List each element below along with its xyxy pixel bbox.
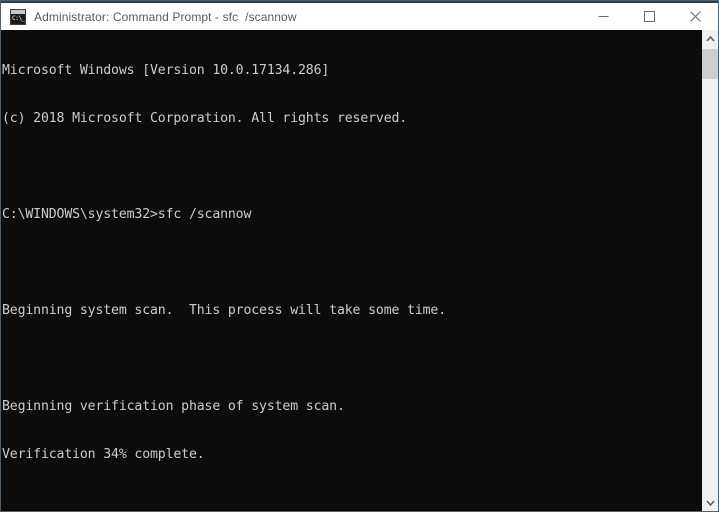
- scrollbar-thumb[interactable]: [702, 49, 718, 79]
- console-line: Microsoft Windows [Version 10.0.17134.28…: [2, 63, 330, 78]
- command-prompt-window: C:\_ Administrator: Command Prompt - sfc…: [0, 0, 719, 512]
- maximize-button[interactable]: [626, 3, 672, 30]
- window-controls: [580, 3, 718, 30]
- cmd-icon: C:\_: [10, 8, 26, 25]
- scrollbar-down-button[interactable]: [702, 494, 718, 511]
- console-body: Microsoft Windows [Version 10.0.17134.28…: [1, 30, 718, 511]
- scrollbar-up-button[interactable]: [702, 30, 718, 47]
- console-line: C:\WINDOWS\system32>sfc /scannow: [2, 207, 252, 222]
- minimize-button[interactable]: [580, 3, 626, 30]
- close-button[interactable]: [672, 3, 718, 30]
- vertical-scrollbar[interactable]: [701, 30, 718, 511]
- console-line: Beginning verification phase of system s…: [2, 399, 345, 414]
- cmd-icon-prompt-glyph: C:\_: [12, 14, 26, 22]
- window-title: Administrator: Command Prompt - sfc /sca…: [34, 9, 297, 24]
- close-icon: [689, 11, 701, 22]
- console-output[interactable]: Microsoft Windows [Version 10.0.17134.28…: [1, 30, 701, 511]
- console-line: Verification 34% complete.: [2, 447, 205, 462]
- title-bar[interactable]: C:\_ Administrator: Command Prompt - sfc…: [1, 1, 718, 30]
- chevron-down-icon: [705, 499, 715, 506]
- scrollbar-track[interactable]: [702, 47, 718, 494]
- minimize-icon: [598, 11, 609, 22]
- maximize-icon: [643, 11, 655, 22]
- console-line: (c) 2018 Microsoft Corporation. All righ…: [2, 111, 408, 126]
- console-line: Beginning system scan. This process will…: [2, 303, 447, 318]
- chevron-up-icon: [705, 35, 715, 42]
